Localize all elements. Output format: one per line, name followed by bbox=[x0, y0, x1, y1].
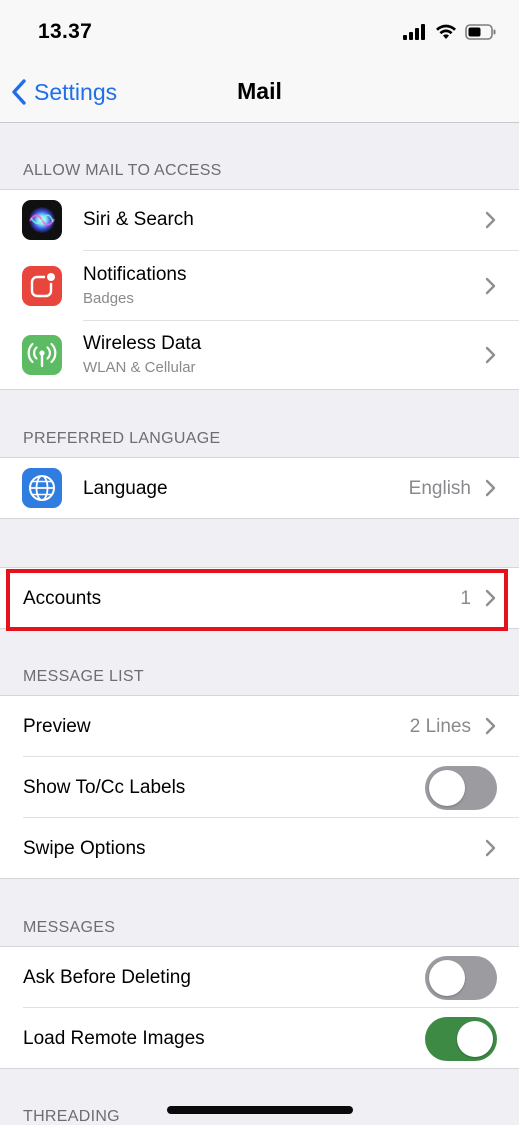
chevron-right-icon bbox=[485, 839, 496, 857]
row-subtitle: Badges bbox=[83, 290, 134, 307]
row-swipe-options[interactable]: Swipe Options bbox=[0, 818, 519, 878]
antenna-icon bbox=[22, 335, 62, 375]
chevron-right-icon bbox=[485, 589, 496, 607]
row-label: Language bbox=[83, 478, 168, 499]
section-header-preferred-language: PREFERRED LANGUAGE bbox=[23, 430, 221, 447]
row-preview[interactable]: Preview 2 Lines bbox=[0, 696, 519, 757]
status-time: 13.37 bbox=[38, 20, 93, 43]
preferred-language-group: Language English bbox=[0, 457, 519, 519]
row-language[interactable]: Language English bbox=[0, 458, 519, 518]
accounts-count: 1 bbox=[460, 588, 471, 609]
row-value: English bbox=[408, 478, 471, 499]
mail-settings-screen: 13.37 Settings Mail ALLOW MAIL TO ACCESS… bbox=[0, 0, 519, 1125]
status-bar: 13.37 bbox=[0, 0, 519, 64]
load-remote-images-toggle[interactable] bbox=[425, 1017, 497, 1061]
row-show-to-cc-labels: Show To/Cc Labels bbox=[0, 757, 519, 818]
section-header-message-list: MESSAGE LIST bbox=[23, 668, 144, 685]
row-notifications[interactable]: Notifications Badges bbox=[0, 251, 519, 321]
accounts-group: Accounts 1 bbox=[0, 567, 519, 629]
battery-icon bbox=[465, 24, 496, 40]
row-value: 2 Lines bbox=[409, 716, 471, 737]
row-label: Swipe Options bbox=[23, 838, 146, 859]
navigation-bar: Settings Mail bbox=[0, 64, 519, 123]
row-label: Siri & Search bbox=[83, 209, 194, 230]
messages-group: Ask Before Deleting Load Remote Images bbox=[0, 946, 519, 1069]
section-header-messages: MESSAGES bbox=[23, 919, 116, 936]
chevron-right-icon bbox=[485, 717, 496, 735]
globe-icon bbox=[22, 468, 62, 508]
toggle-knob bbox=[457, 1021, 493, 1057]
toggle-knob bbox=[429, 770, 465, 806]
row-label: Notifications bbox=[83, 264, 187, 285]
row-label: Accounts bbox=[23, 588, 102, 609]
section-header-allow-access: ALLOW MAIL TO ACCESS bbox=[23, 162, 222, 179]
chevron-right-icon bbox=[485, 346, 496, 364]
row-load-remote-images: Load Remote Images bbox=[0, 1008, 519, 1068]
row-accounts[interactable]: Accounts 1 bbox=[0, 568, 519, 628]
home-indicator bbox=[167, 1106, 353, 1114]
row-siri-search[interactable]: Siri & Search bbox=[0, 190, 519, 251]
siri-icon bbox=[22, 200, 62, 240]
show-to-cc-toggle[interactable] bbox=[425, 766, 497, 810]
toggle-knob bbox=[429, 960, 465, 996]
message-list-group: Preview 2 Lines Show To/Cc Labels Swipe … bbox=[0, 695, 519, 879]
allow-access-group: Siri & Search Notifications Badges Wirel… bbox=[0, 189, 519, 390]
chevron-right-icon bbox=[485, 277, 496, 295]
status-icons bbox=[403, 22, 497, 42]
chevron-right-icon bbox=[485, 479, 496, 497]
row-label: Wireless Data bbox=[83, 333, 202, 354]
row-label: Load Remote Images bbox=[23, 1028, 205, 1049]
ask-before-deleting-toggle[interactable] bbox=[425, 956, 497, 1000]
row-wireless-data[interactable]: Wireless Data WLAN & Cellular bbox=[0, 321, 519, 389]
chevron-right-icon bbox=[485, 211, 496, 229]
cellular-signal-icon bbox=[403, 24, 425, 40]
row-label: Ask Before Deleting bbox=[23, 967, 191, 988]
row-label: Preview bbox=[23, 716, 91, 737]
row-ask-before-deleting: Ask Before Deleting bbox=[0, 947, 519, 1008]
section-header-threading: THREADING bbox=[23, 1108, 120, 1125]
row-label: Show To/Cc Labels bbox=[23, 777, 186, 798]
page-title: Mail bbox=[237, 78, 282, 104]
row-subtitle: WLAN & Cellular bbox=[83, 359, 196, 376]
notifications-icon bbox=[22, 266, 62, 306]
wifi-icon bbox=[436, 24, 456, 39]
